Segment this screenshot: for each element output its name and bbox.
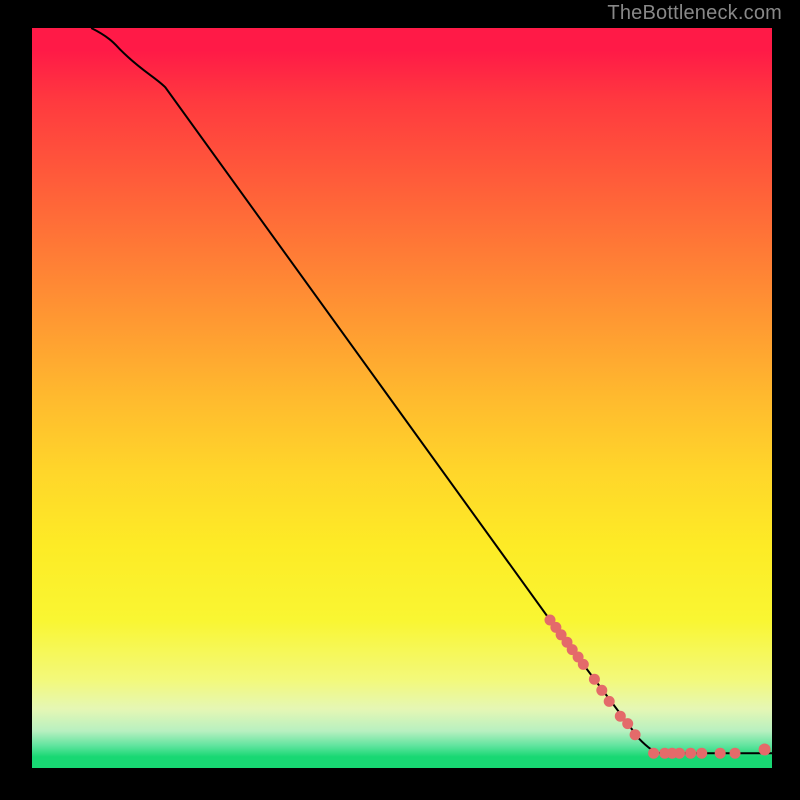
plot-area — [32, 28, 772, 768]
data-point — [685, 748, 696, 759]
bottleneck-curve — [91, 28, 772, 753]
data-point — [622, 718, 633, 729]
data-point — [730, 748, 741, 759]
watermark-text: TheBottleneck.com — [607, 2, 782, 25]
data-point — [674, 748, 685, 759]
curve-svg — [32, 28, 772, 768]
data-point — [648, 748, 659, 759]
data-point — [589, 674, 600, 685]
data-markers — [545, 615, 771, 759]
data-point — [696, 748, 707, 759]
data-point — [715, 748, 726, 759]
data-point — [759, 744, 771, 756]
data-point — [596, 685, 607, 696]
chart-frame: TheBottleneck.com — [0, 0, 800, 800]
data-point — [604, 696, 615, 707]
data-point — [630, 729, 641, 740]
data-point — [578, 659, 589, 670]
